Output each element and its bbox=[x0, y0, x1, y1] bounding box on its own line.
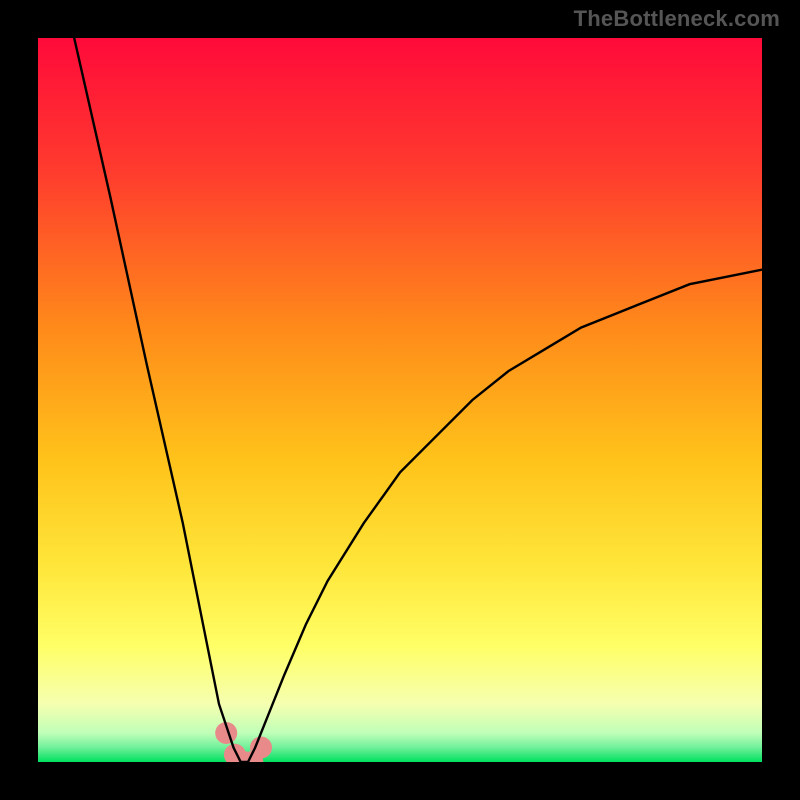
outer-frame: TheBottleneck.com bbox=[0, 0, 800, 800]
gradient-background bbox=[38, 38, 762, 762]
watermark-text: TheBottleneck.com bbox=[574, 6, 780, 32]
chart-svg bbox=[38, 38, 762, 762]
marker-dot bbox=[250, 737, 272, 759]
plot-area bbox=[38, 38, 762, 762]
